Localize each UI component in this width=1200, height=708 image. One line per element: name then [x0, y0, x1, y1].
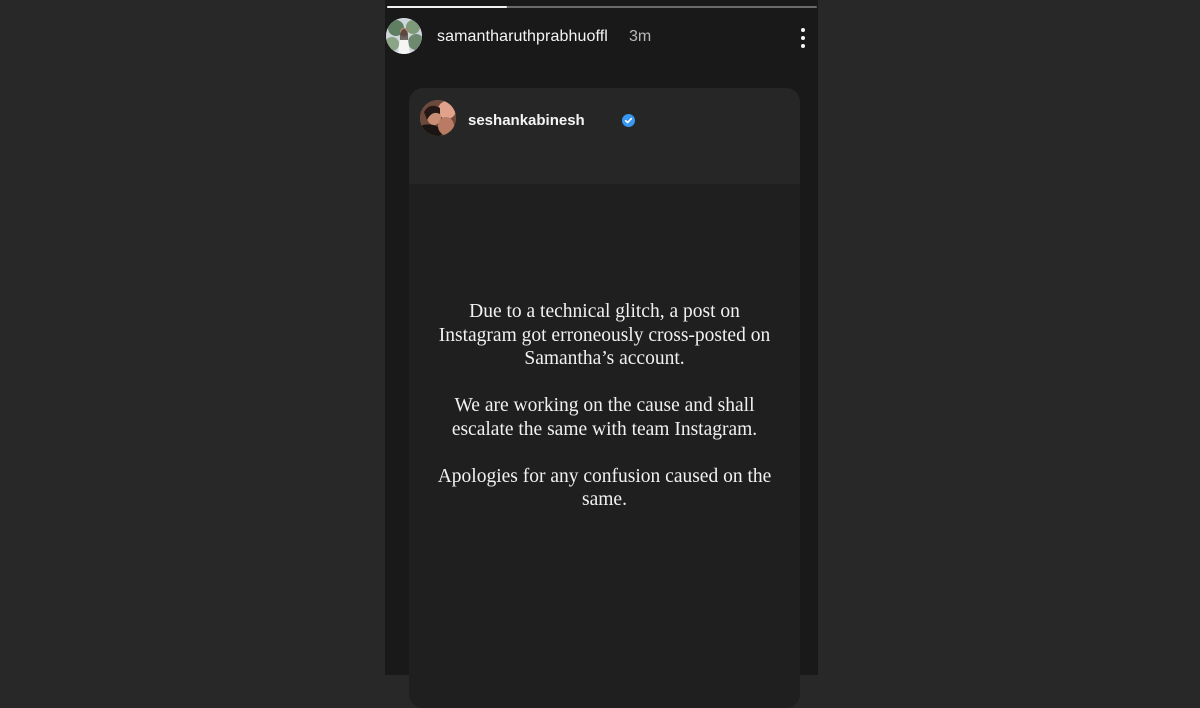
story-message: Due to a technical glitch, a post on Ins… — [429, 300, 780, 535]
message-paragraph-2: We are working on the cause and shall es… — [451, 395, 758, 440]
shared-post-card[interactable]: seshankabinesh Due to a technical glitch… — [409, 88, 800, 708]
more-vertical-icon[interactable] — [798, 26, 808, 50]
story-header: samantharuthprabhuoffl 3m — [385, 18, 818, 60]
story-username[interactable]: samantharuthprabhuoffl — [437, 28, 608, 46]
card-header — [409, 88, 800, 184]
shared-post-avatar[interactable] — [420, 100, 456, 136]
story-progress-bar — [387, 6, 817, 8]
message-paragraph-1: Due to a technical glitch, a post on Ins… — [438, 301, 771, 369]
verified-badge-icon — [622, 114, 635, 127]
message-paragraph-3: Apologies for any confusion caused on th… — [437, 465, 772, 511]
story-progress-fill — [387, 6, 508, 8]
story-timestamp: 3m — [629, 28, 652, 45]
profile-avatar[interactable] — [386, 18, 422, 54]
shared-post-username[interactable]: seshankabinesh — [468, 112, 585, 129]
story-viewer[interactable]: samantharuthprabhuoffl 3m seshankabinesh — [385, 0, 818, 708]
